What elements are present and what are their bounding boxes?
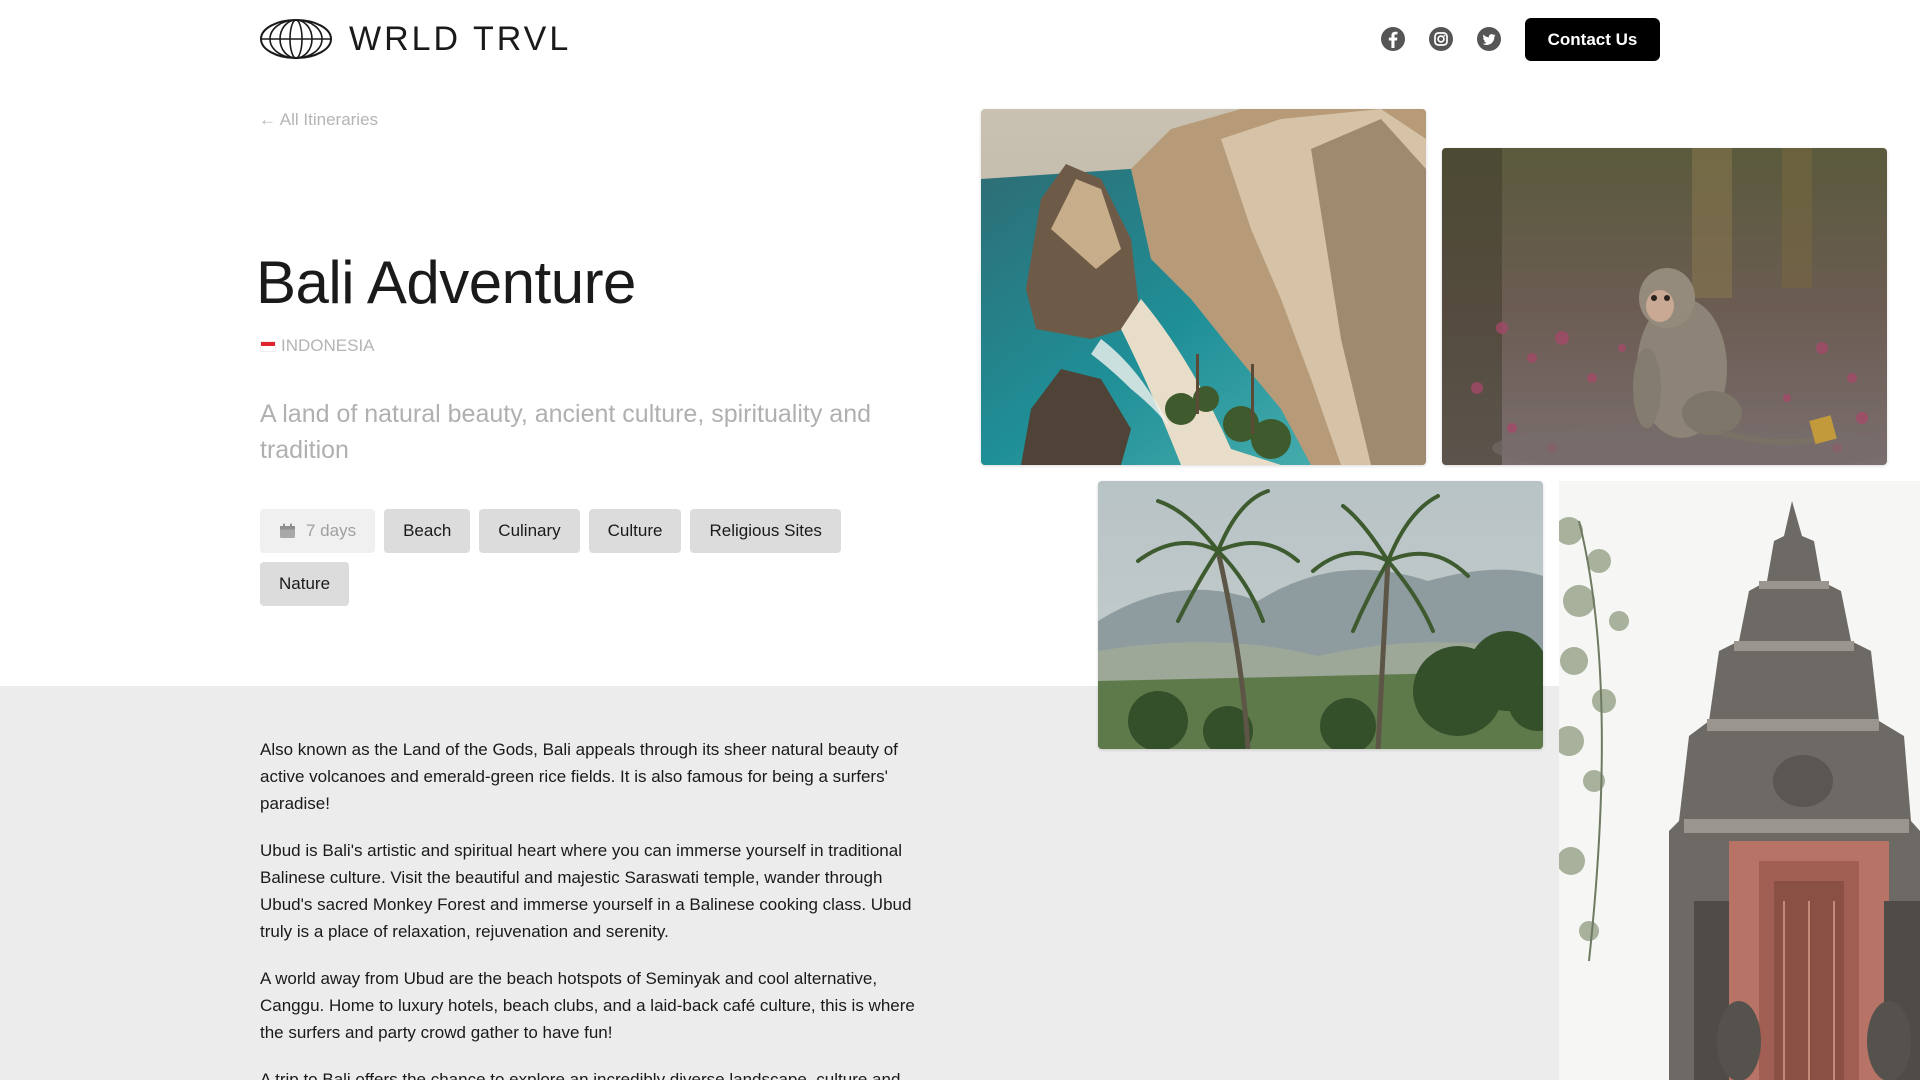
brand-name: WRLD TRVL (349, 19, 572, 58)
description-paragraph: A world away from Ubud are the beach hot… (260, 969, 915, 1042)
brand-logo[interactable]: WRLD TRVL (259, 18, 571, 60)
description-paragraph: A trip to Bali offers the chance to expl… (260, 1070, 901, 1080)
globe-icon (260, 19, 332, 59)
page-title: Bali Adventure (256, 249, 636, 316)
tag-list: 7 days Beach Culinary Culture Religious … (260, 509, 900, 606)
trip-description: Also known as the Land of the Gods, Bali… (260, 736, 936, 1080)
site-header: WRLD TRVL Contact Us (0, 0, 1920, 80)
tag-culture[interactable]: Culture (588, 509, 682, 553)
instagram-icon[interactable] (1428, 26, 1454, 52)
description-paragraph: Ubud is Bali's artistic and spiritual he… (260, 841, 912, 941)
coastal-cliffs-photo (981, 109, 1426, 465)
monkey-photo (1442, 148, 1887, 465)
calendar-icon (280, 523, 295, 538)
country-label: INDONESIA (260, 336, 375, 356)
tag-religious-sites[interactable]: Religious Sites (690, 509, 841, 553)
duration-text: 7 days (306, 521, 357, 540)
palm-trees-photo (1098, 481, 1543, 749)
all-itineraries-link[interactable]: ← All Itineraries (259, 110, 378, 130)
balinese-temple-photo (1559, 481, 1920, 1080)
facebook-icon[interactable] (1380, 26, 1406, 52)
duration-badge: 7 days (260, 509, 376, 553)
description-paragraph: Also known as the Land of the Gods, Bali… (260, 740, 898, 813)
indonesia-flag-icon (260, 340, 276, 352)
trip-subtitle: A land of natural beauty, ancient cultur… (260, 400, 872, 464)
tag-beach[interactable]: Beach (384, 509, 471, 553)
contact-us-button[interactable]: Contact Us (1525, 18, 1660, 61)
tag-nature[interactable]: Nature (260, 562, 350, 606)
twitter-icon[interactable] (1476, 26, 1502, 52)
tag-culinary[interactable]: Culinary (479, 509, 580, 553)
page: WRLD TRVL Contact Us ← All Itineraries B… (0, 0, 1920, 1080)
country-name: INDONESIA (281, 336, 375, 355)
